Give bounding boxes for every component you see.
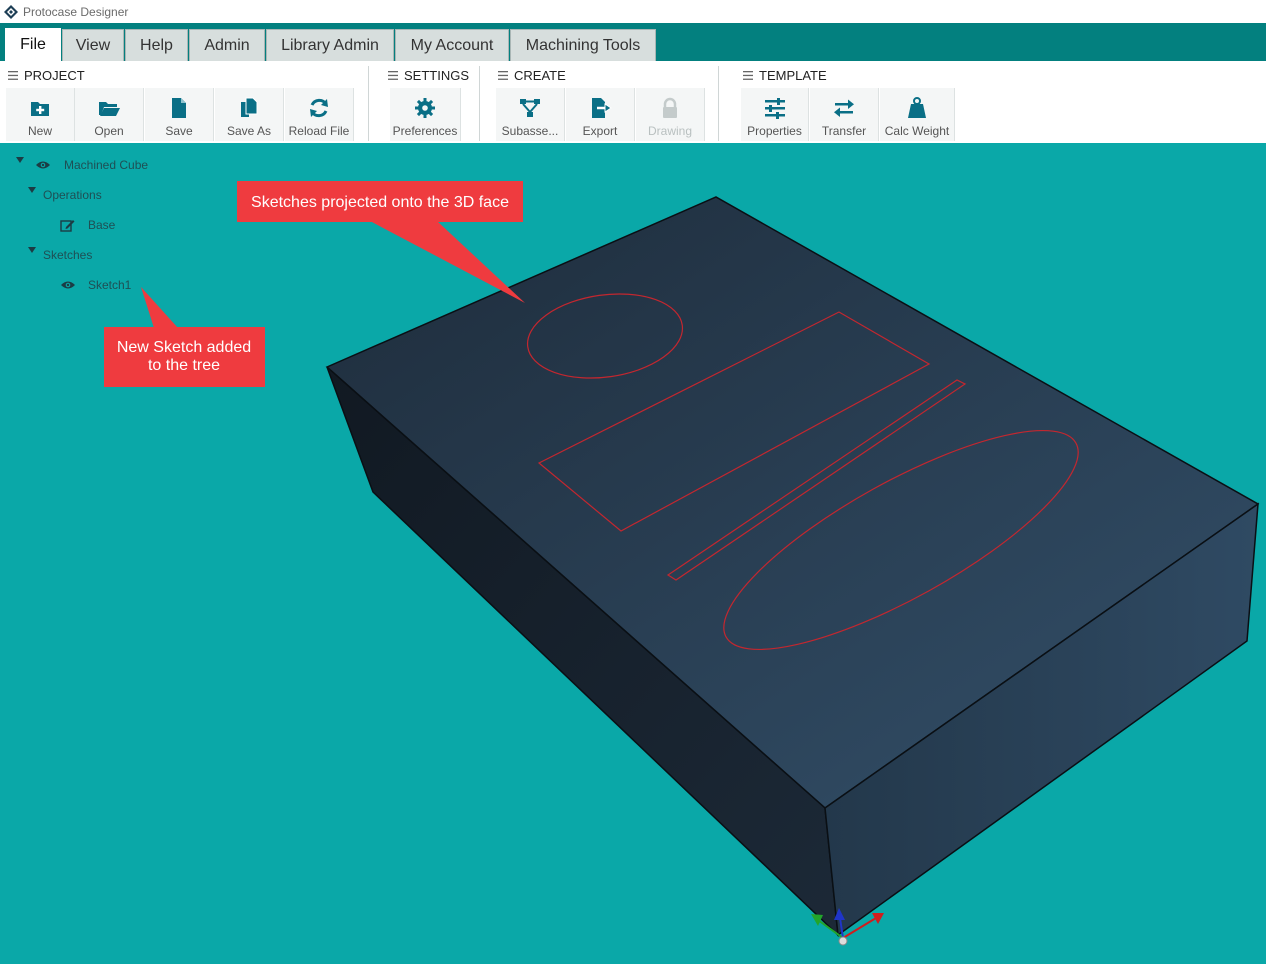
ribbon-divider: [479, 66, 480, 141]
reload-file-button-label: Reload File: [288, 124, 350, 138]
preferences-button-label: Preferences: [392, 124, 458, 138]
open-button-label: Open: [94, 124, 124, 138]
group-create: CREATE: [498, 68, 566, 83]
calc-weight-button[interactable]: Calc Weight: [880, 88, 955, 141]
export-button[interactable]: Export: [566, 88, 635, 141]
save-as-button-label: Save As: [226, 124, 272, 138]
expand-caret-icon[interactable]: [28, 187, 36, 193]
drawing-button[interactable]: Drawing: [636, 88, 705, 141]
subassembly-icon: [520, 99, 540, 117]
transfer-arrows-icon: [834, 99, 854, 117]
save-button[interactable]: Save: [145, 88, 214, 141]
properties-button-label: Properties: [747, 124, 802, 138]
copy-files-icon: [241, 97, 258, 117]
new-file-icon: [31, 102, 49, 116]
tab-my-account[interactable]: My Account: [395, 29, 509, 61]
callout-sketches-projected: Sketches projected onto the 3D face: [237, 181, 525, 303]
preferences-button[interactable]: Preferences: [390, 88, 461, 141]
group-template: TEMPLATE: [743, 68, 827, 83]
tree-item-label: Operations: [43, 188, 102, 202]
eye-icon[interactable]: [61, 280, 75, 290]
ribbon-toolbar: PROJECT SETTINGS CREATE TEMPLATE New Ope…: [0, 61, 1266, 143]
weight-icon: [908, 97, 926, 118]
ribbon-divider: [368, 66, 369, 141]
tree-item-machined-cube[interactable]: Machined Cube: [36, 158, 148, 172]
group-project: PROJECT: [8, 68, 85, 83]
tab-file[interactable]: File: [5, 28, 61, 61]
expand-caret-icon[interactable]: [16, 157, 24, 163]
menu-lines-icon: [743, 71, 753, 80]
ribbon-divider: [718, 66, 719, 141]
group-create-title: CREATE: [514, 68, 566, 83]
tab-help[interactable]: Help: [125, 29, 188, 61]
tree-item-label: Base: [88, 218, 116, 232]
tree-item-label: Sketches: [43, 248, 93, 262]
reload-file-button[interactable]: Reload File: [285, 88, 354, 141]
menu-tab-bar: File View Help Admin Library Admin My Ac…: [0, 23, 1266, 61]
folder-open-icon: [99, 102, 120, 116]
save-button-label: Save: [165, 124, 193, 138]
title-bar: Protocase Designer: [0, 0, 1266, 23]
open-button[interactable]: Open: [75, 88, 144, 141]
tab-machining-tools[interactable]: Machining Tools: [510, 29, 656, 61]
app-logo-icon: [4, 4, 18, 19]
tree-item-base[interactable]: Base: [60, 218, 115, 232]
expand-caret-icon[interactable]: [28, 247, 36, 253]
properties-button[interactable]: Properties: [741, 88, 809, 141]
callout-new-sketch-line2: to the tree: [148, 357, 220, 374]
tab-admin[interactable]: Admin: [189, 29, 265, 61]
tab-view[interactable]: View: [62, 29, 124, 61]
lock-icon: [663, 97, 677, 118]
window-title: Protocase Designer: [23, 4, 129, 19]
tab-library-admin[interactable]: Library Admin: [266, 29, 394, 61]
menu-lines-icon: [388, 71, 398, 80]
edit-icon[interactable]: [60, 219, 75, 232]
callout-new-sketch-line1: New Sketch added: [117, 339, 251, 356]
tree-item-operations[interactable]: Operations: [43, 188, 102, 202]
menu-lines-icon: [8, 71, 18, 80]
tree-item-label: Machined Cube: [64, 158, 149, 172]
tree-item-sketches[interactable]: Sketches: [43, 248, 92, 262]
tree-item-sketch1[interactable]: Sketch1: [61, 278, 131, 292]
group-template-title: TEMPLATE: [759, 68, 827, 83]
group-settings: SETTINGS: [388, 68, 469, 83]
refresh-icon: [310, 98, 328, 118]
subassembly-button[interactable]: Subasse...: [496, 88, 565, 141]
callout-sketches-projected-text: Sketches projected onto the 3D face: [251, 194, 509, 211]
save-file-icon: [172, 98, 186, 118]
gear-icon: [415, 98, 435, 118]
export-button-label: Export: [582, 124, 618, 138]
group-settings-title: SETTINGS: [404, 68, 470, 83]
save-as-button[interactable]: Save As: [215, 88, 284, 141]
calc-weight-button-label: Calc Weight: [884, 124, 950, 138]
export-file-icon: [592, 98, 612, 118]
sliders-icon: [764, 98, 785, 119]
new-button-label: New: [27, 124, 52, 138]
group-project-title: PROJECT: [24, 68, 85, 83]
drawing-button-label: Drawing: [647, 124, 692, 138]
transfer-button-label: Transfer: [821, 124, 867, 138]
menu-lines-icon: [498, 71, 508, 80]
tree-item-label: Sketch1: [88, 278, 132, 292]
subassembly-button-label: Subasse...: [501, 124, 559, 138]
new-button[interactable]: New: [6, 88, 75, 141]
transfer-button[interactable]: Transfer: [810, 88, 879, 141]
callout-new-sketch: New Sketch added to the tree: [104, 287, 265, 387]
eye-icon[interactable]: [36, 160, 50, 170]
3d-viewport[interactable]: Sketches projected onto the 3D face New …: [0, 143, 1266, 959]
viewport-canvas[interactable]: Sketches projected onto the 3D face New …: [0, 143, 1266, 959]
